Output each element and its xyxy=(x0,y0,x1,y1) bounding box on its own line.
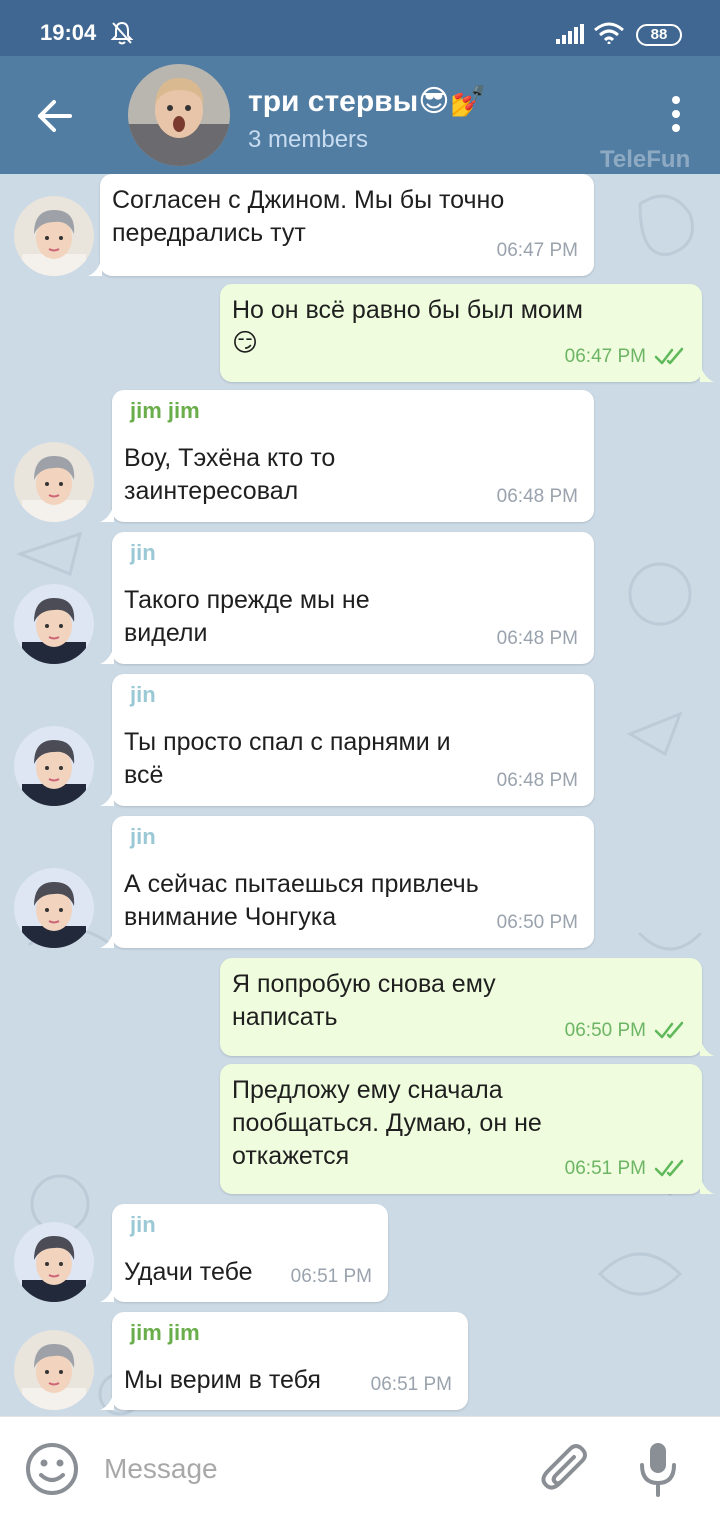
outgoing-message[interactable]: Я попробую снова ему написать 06:50 PM xyxy=(220,958,714,1056)
avatar[interactable] xyxy=(14,442,94,522)
message-input[interactable] xyxy=(104,1449,504,1489)
avatar[interactable] xyxy=(14,868,94,948)
avatar[interactable] xyxy=(14,584,94,664)
avatar[interactable] xyxy=(14,1222,94,1302)
watermark: TeleFun xyxy=(600,146,691,173)
bubble-tail xyxy=(700,364,714,382)
incoming-message[interactable]: jin Удачи тебе 06:51 PM xyxy=(100,1204,388,1302)
message-time: 06:48 PM xyxy=(496,628,578,649)
bell-muted-icon xyxy=(110,21,134,45)
battery-level: 88 xyxy=(650,26,668,43)
incoming-message[interactable]: jin А сейчас пытаешься привлечь внимание Ч… xyxy=(100,816,594,948)
microphone-icon[interactable] xyxy=(638,1441,678,1497)
read-checkmarks-icon xyxy=(654,1021,684,1039)
message-text: Предложу ему сначала xyxy=(232,1076,503,1104)
message-text: Такого прежде мы не xyxy=(124,586,370,614)
read-checkmarks-icon xyxy=(654,1159,684,1177)
incoming-message[interactable]: Согласен с Джином. Мы бы точно передралис… xyxy=(88,174,594,276)
outgoing-message[interactable]: Предложу ему сначала пообщаться. Думаю, о… xyxy=(220,1064,714,1194)
avatar[interactable] xyxy=(14,1330,94,1410)
message-text: внимание Чонгука xyxy=(124,903,337,931)
message-time: 06:51 PM xyxy=(370,1374,452,1395)
signal-icon xyxy=(556,24,584,44)
message-time: 06:51 PM xyxy=(290,1266,372,1287)
message-time: 06:48 PM xyxy=(496,770,578,791)
message-text: Согласен с Джином. Мы бы точно xyxy=(112,186,505,214)
bubble-tail xyxy=(88,258,102,276)
avatar[interactable] xyxy=(14,196,94,276)
message-text: пообщаться. Думаю, он не xyxy=(232,1109,542,1137)
bubble-tail xyxy=(100,1284,114,1302)
message-time: 06:51 PM xyxy=(564,1158,646,1179)
bubble-tail xyxy=(700,1176,714,1194)
paperclip-icon[interactable] xyxy=(540,1443,590,1497)
wifi-icon xyxy=(594,22,624,44)
sender-name[interactable]: jin xyxy=(130,1212,156,1238)
message-time: 06:47 PM xyxy=(564,346,646,367)
status-time: 19:04 xyxy=(40,20,97,45)
sender-name[interactable]: jim jim xyxy=(130,1320,200,1346)
sender-name[interactable]: jin xyxy=(130,540,156,566)
message-text: Мы верим в тебя xyxy=(124,1366,321,1394)
chat-title[interactable]: три стервы😎💅 xyxy=(248,84,487,119)
outgoing-message[interactable]: Но он всё равно бы был моим 😏 06:47 PM xyxy=(220,284,714,382)
bubble-tail xyxy=(100,504,114,522)
sender-name[interactable]: jim jim xyxy=(130,398,200,424)
message-time: 06:50 PM xyxy=(564,1020,646,1041)
compose-bar xyxy=(0,1416,720,1520)
message-text: написать xyxy=(232,1003,338,1031)
sender-name[interactable]: jin xyxy=(130,824,156,850)
status-bar: 19:04 88 xyxy=(0,0,720,56)
more-vert-icon[interactable] xyxy=(660,90,692,138)
group-avatar[interactable] xyxy=(128,64,230,166)
message-text: А сейчас пытаешься привлечь xyxy=(124,870,479,898)
incoming-message[interactable]: jim jim Мы верим в тебя 06:51 PM xyxy=(100,1312,468,1410)
message-text: Ты просто спал с парнями и xyxy=(124,728,451,756)
bubble-tail xyxy=(100,646,114,664)
bubble-tail xyxy=(700,1038,714,1056)
read-checkmarks-icon xyxy=(654,347,684,365)
sender-name[interactable]: jin xyxy=(130,682,156,708)
chat-area[interactable]: Согласен с Джином. Мы бы точно передралис… xyxy=(0,174,720,1416)
message-time: 06:50 PM xyxy=(496,912,578,933)
incoming-message[interactable]: jin Такого прежде мы не видели 06:48 PM xyxy=(100,532,594,664)
message-time: 06:48 PM xyxy=(496,486,578,507)
message-text: всё xyxy=(124,761,164,789)
member-count: 3 members xyxy=(248,126,369,153)
bubble-tail xyxy=(100,930,114,948)
incoming-message[interactable]: jim jim Воу, Тэхёна кто то заинтересовал 06… xyxy=(100,390,594,522)
bubble-tail xyxy=(100,1392,114,1410)
incoming-message[interactable]: jin Ты просто спал с парнями и всё 06:48 PM xyxy=(100,674,594,806)
message-text: Я попробую снова ему xyxy=(232,970,496,998)
bubble-tail xyxy=(100,788,114,806)
message-text: Воу, Тэхёна кто то xyxy=(124,444,336,472)
message-text: передрались тут xyxy=(112,219,306,247)
message-time: 06:47 PM xyxy=(496,240,578,261)
emoji-icon[interactable] xyxy=(24,1441,80,1497)
back-arrow-icon[interactable] xyxy=(24,86,84,146)
message-text: видели xyxy=(124,619,208,647)
message-text: Но он всё равно бы был моим xyxy=(232,296,583,324)
message-text: заинтересовал xyxy=(124,477,299,505)
message-text: 😏 xyxy=(232,329,259,357)
battery-icon: 88 xyxy=(636,24,682,46)
avatar[interactable] xyxy=(14,726,94,806)
message-text: откажется xyxy=(232,1142,350,1170)
message-text: Удачи тебе xyxy=(124,1258,253,1286)
